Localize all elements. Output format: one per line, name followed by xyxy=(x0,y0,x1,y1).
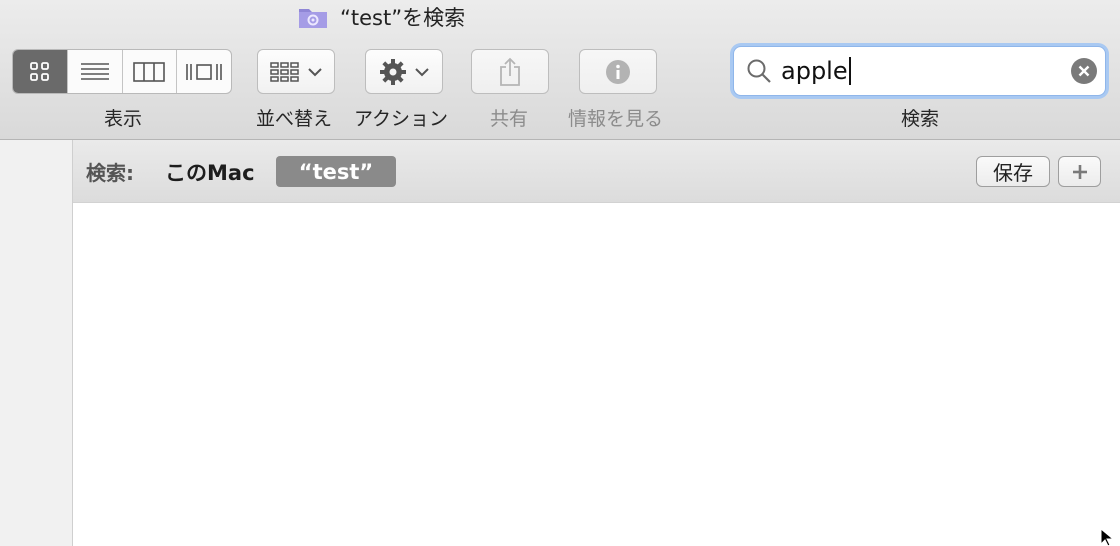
search-results-area[interactable] xyxy=(73,203,1120,546)
view-label: 表示 xyxy=(104,108,143,130)
text-caret xyxy=(848,57,851,85)
search-input-value: apple xyxy=(781,57,848,85)
save-search-button[interactable]: 保存 xyxy=(976,156,1050,187)
column-view-button[interactable] xyxy=(123,50,178,93)
mouse-pointer-icon xyxy=(1100,528,1115,546)
icon-view-button[interactable] xyxy=(13,50,68,93)
share-label: 共有 xyxy=(490,108,529,130)
sidebar xyxy=(0,140,73,546)
list-view-icon xyxy=(80,62,109,80)
share-icon xyxy=(500,57,520,86)
get-info-button[interactable] xyxy=(579,49,657,94)
finder-toolbar: “test”を検索 表示 並べ替え アクション 共有 情報を見る 検索 appl… xyxy=(0,0,1120,140)
arrange-button[interactable] xyxy=(257,49,335,94)
search-field[interactable]: apple xyxy=(733,46,1106,96)
search-input[interactable]: apple xyxy=(781,57,1071,85)
get-info-label: 情報を見る xyxy=(568,108,664,130)
icon-view-icon xyxy=(29,61,49,81)
share-button[interactable] xyxy=(471,49,549,94)
search-scope-bar: 検索: このMac “test” 保存 xyxy=(73,140,1120,203)
chevron-down-icon xyxy=(308,67,322,76)
close-icon xyxy=(1078,65,1090,77)
cover-flow-icon xyxy=(186,63,222,80)
clear-search-button[interactable] xyxy=(1071,58,1097,84)
view-mode-control[interactable] xyxy=(12,49,232,94)
column-view-icon xyxy=(133,61,166,82)
list-view-button[interactable] xyxy=(68,50,123,93)
add-criteria-button[interactable] xyxy=(1058,156,1101,187)
chevron-down-icon xyxy=(415,67,429,76)
cover-flow-button[interactable] xyxy=(177,50,231,93)
scope-this-mac[interactable]: このMac xyxy=(165,157,255,187)
search-icon xyxy=(747,59,771,83)
smart-folder-icon xyxy=(299,9,327,28)
plus-icon xyxy=(1072,164,1087,179)
action-button[interactable] xyxy=(365,49,443,94)
window-title: “test”を検索 xyxy=(298,4,465,30)
scope-folder-selected[interactable]: “test” xyxy=(276,156,396,187)
search-label: 検索 xyxy=(901,108,940,130)
arrange-label: 並べ替え xyxy=(256,108,333,130)
info-icon xyxy=(606,59,630,84)
scope-label: 検索: xyxy=(86,161,134,185)
arrange-grid-icon xyxy=(270,61,299,82)
window-title-text: “test”を検索 xyxy=(340,6,466,30)
action-label: アクション xyxy=(354,108,449,130)
gear-icon xyxy=(380,58,406,85)
